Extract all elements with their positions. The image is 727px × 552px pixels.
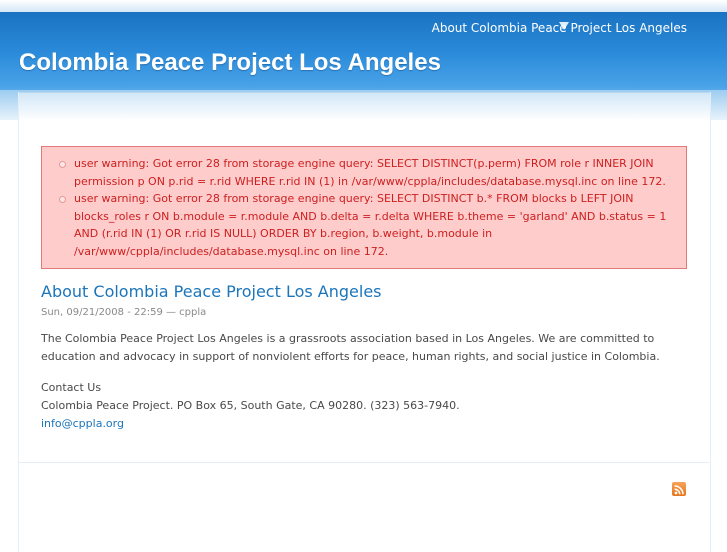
bullet-icon	[59, 161, 66, 168]
nav-link-about[interactable]: About Colombia Peace Project Los Angeles	[432, 21, 687, 35]
node-title[interactable]: About Colombia Peace Project Los Angeles	[41, 282, 382, 301]
site-name[interactable]: Colombia Peace Project Los Angeles	[19, 49, 441, 77]
contact-heading: Contact Us	[41, 381, 102, 394]
main-content: user warning: Got error 28 from storage …	[18, 92, 711, 552]
node-submitted: Sun, 09/21/2008 - 22:59 — cppla	[41, 307, 207, 318]
error-message: user warning: Got error 28 from storage …	[59, 155, 678, 190]
contact-paragraph: Contact Us Colombia Peace Project. PO Bo…	[41, 379, 701, 433]
bullet-icon	[59, 196, 66, 203]
error-message: user warning: Got error 28 from storage …	[59, 190, 678, 260]
footer-divider	[19, 462, 710, 463]
rss-glyph-icon	[674, 485, 684, 495]
error-messages: user warning: Got error 28 from storage …	[41, 146, 687, 269]
rss-feed-icon[interactable]	[672, 482, 686, 496]
error-text: user warning: Got error 28 from storage …	[74, 192, 667, 258]
error-list: user warning: Got error 28 from storage …	[52, 155, 678, 260]
content-top-gradient	[19, 92, 710, 121]
top-strip	[0, 0, 727, 12]
contact-email-link[interactable]: info@cppla.org	[41, 417, 124, 430]
intro-paragraph: The Colombia Peace Project Los Angeles i…	[41, 332, 660, 363]
error-text: user warning: Got error 28 from storage …	[74, 157, 666, 188]
node-body: The Colombia Peace Project Los Angeles i…	[41, 330, 701, 446]
contact-address: Colombia Peace Project. PO Box 65, South…	[41, 399, 460, 412]
